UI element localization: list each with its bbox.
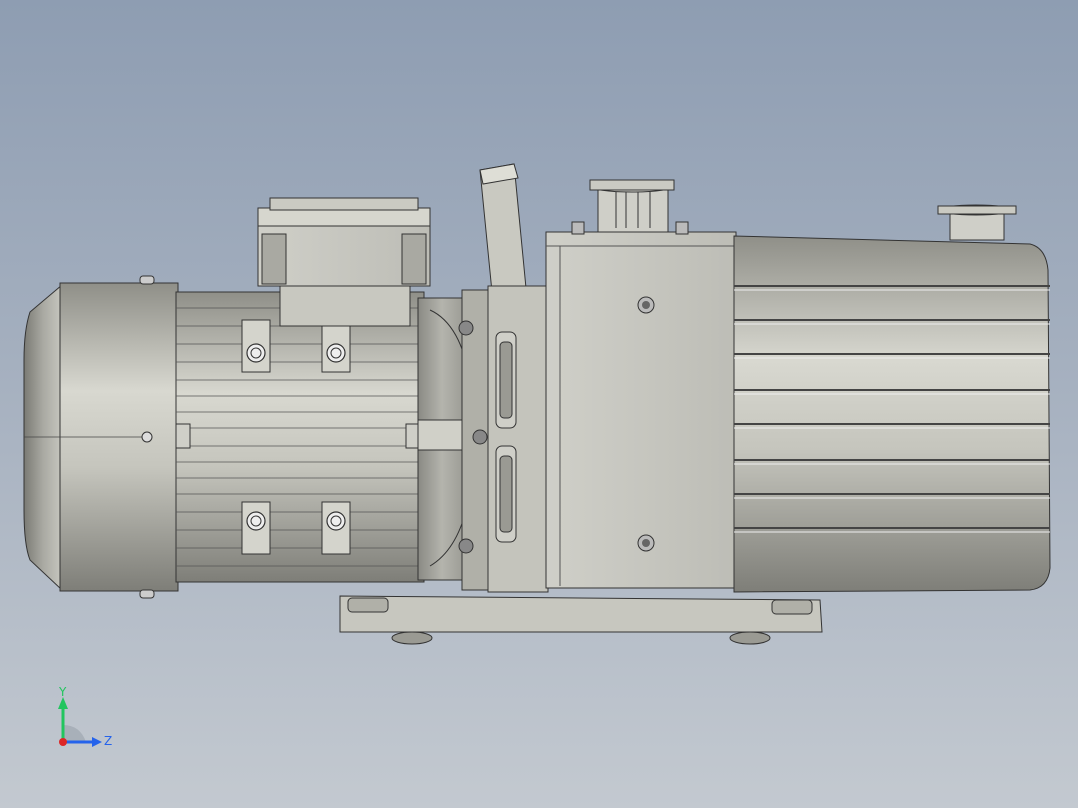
cad-viewport[interactable]: Y Z [0, 0, 1078, 808]
z-axis-label: Z [104, 734, 112, 748]
vacuum-pump-model[interactable] [0, 0, 1078, 808]
inlet-port[interactable] [589, 179, 675, 233]
pump-main-block[interactable] [545, 221, 737, 589]
pump-front-housing[interactable] [487, 285, 549, 593]
carry-handle[interactable] [479, 163, 527, 293]
y-axis-label: Y [58, 685, 67, 699]
z-axis-arrow [92, 737, 102, 747]
x-axis-dot [59, 738, 67, 746]
exhaust-port[interactable] [937, 204, 1017, 241]
base-plate[interactable] [339, 595, 823, 645]
axis-triad: Y Z [58, 685, 112, 748]
motor-body[interactable] [175, 291, 425, 583]
fan-cover[interactable] [23, 275, 179, 599]
terminal-box[interactable] [257, 197, 431, 327]
oil-reservoir[interactable] [733, 235, 1051, 593]
motor-adapter[interactable] [417, 289, 493, 591]
